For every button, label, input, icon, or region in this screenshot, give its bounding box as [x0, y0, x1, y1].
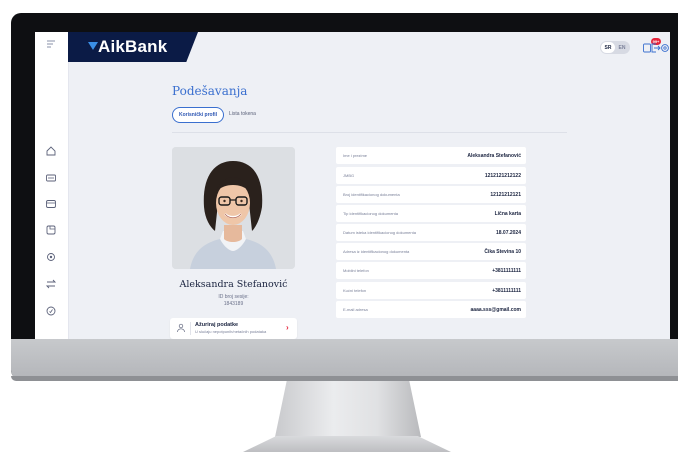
detail-row-full-name: Ime i prezime Aleksandra Stefanović: [336, 147, 526, 164]
savings-icon[interactable]: [45, 305, 57, 317]
detail-row-mobile: Mobilni telefon +3811111111: [336, 262, 526, 279]
detail-label: Tip identifikacionog dokumenta: [343, 211, 398, 216]
app-screen: AikBank SR EN 99+ Podešavanja Korisnički…: [35, 32, 670, 339]
page-title: Podešavanja: [172, 84, 248, 98]
aikbank-logo-icon: [88, 42, 98, 50]
tab-user-profile[interactable]: Korisnički profil: [172, 107, 224, 123]
monitor-stand-base: [243, 436, 451, 452]
detail-row-id-type: Tip identifikacionog dokumenta Lična kar…: [336, 205, 526, 222]
update-data-title: Ažuriraj podatke: [195, 322, 239, 328]
chevron-right-icon: ›: [286, 323, 289, 332]
lang-sr-option[interactable]: SR: [601, 42, 615, 53]
transfer-icon[interactable]: [45, 278, 57, 290]
monitor-stand: [275, 381, 421, 437]
detail-value: Čika Stevina 10: [484, 248, 521, 255]
exchange-icon[interactable]: [45, 251, 57, 263]
detail-label: E-mail adresa: [343, 307, 368, 312]
detail-row-address: Adresa iz identifikacionog dokumenta Čik…: [336, 243, 526, 260]
lang-en-option[interactable]: EN: [615, 45, 629, 51]
detail-label: JMBG: [343, 173, 355, 178]
detail-label: Mobilni telefon: [343, 268, 369, 273]
brand-header: AikBank: [68, 32, 198, 62]
sidebar: [35, 32, 69, 339]
menu-icon[interactable]: [45, 38, 57, 50]
detail-label: Kućni telefon: [343, 288, 367, 293]
monitor-bezel-edge: [11, 376, 678, 381]
detail-row-home-phone: Kućni telefon +3811111111: [336, 282, 526, 299]
detail-row-id-number: Broj identifikacionog dokumenta 12121212…: [336, 186, 526, 203]
update-card-divider: [190, 322, 191, 335]
detail-label: Datum isteka identifikacionog dokumenta: [343, 230, 416, 235]
brand-logo-text: AikBank: [98, 37, 168, 56]
user-edit-icon: [177, 323, 185, 333]
session-id-label: ID broj sesije:: [218, 294, 249, 300]
top-bar: AikBank SR EN 99+: [68, 32, 670, 62]
update-data-card[interactable]: Ažuriraj podatke U slučaju nepotpunih/ne…: [170, 318, 297, 339]
language-toggle[interactable]: SR EN: [600, 41, 630, 54]
profile-name: Aleksandra Stefanović: [179, 279, 288, 290]
tabs-divider: [172, 132, 567, 133]
monitor-bezel: [11, 339, 678, 380]
tab-token-list[interactable]: Lista tokena: [229, 111, 256, 117]
detail-label: Broj identifikacionog dokumenta: [343, 192, 400, 197]
update-data-subtitle: U slučaju nepotpunih/netačnih podataka: [195, 329, 267, 334]
wallet-icon[interactable]: [45, 198, 57, 210]
detail-value: +3811111111: [492, 287, 521, 294]
detail-value: Lična karta: [494, 210, 521, 217]
payments-icon[interactable]: [45, 224, 57, 236]
card-icon[interactable]: [45, 172, 57, 184]
logout-icon[interactable]: [649, 41, 661, 53]
detail-row-id-expiry: Datum isteka identifikacionog dokumenta …: [336, 224, 526, 241]
detail-value: Aleksandra Stefanović: [467, 152, 521, 159]
profile-photo: [172, 147, 295, 269]
detail-row-email: E-mail adresa aaaa.sss@gmail.com: [336, 301, 526, 318]
home-icon[interactable]: [45, 145, 57, 157]
detail-value: 1212121212122: [484, 172, 521, 179]
detail-label: Adresa iz identifikacionog dokumenta: [343, 249, 410, 254]
detail-value: 12121212121: [490, 191, 521, 198]
detail-value: 18.07.2024: [495, 229, 521, 236]
detail-row-jmbg: JMBG 1212121212122: [336, 167, 526, 184]
detail-label: Ime i prezime: [343, 153, 368, 158]
detail-value: +3811111111: [492, 267, 521, 274]
detail-value: aaaa.sss@gmail.com: [470, 306, 521, 313]
profile-portrait-image: [172, 147, 295, 269]
session-id-value: 1843189: [223, 301, 244, 307]
